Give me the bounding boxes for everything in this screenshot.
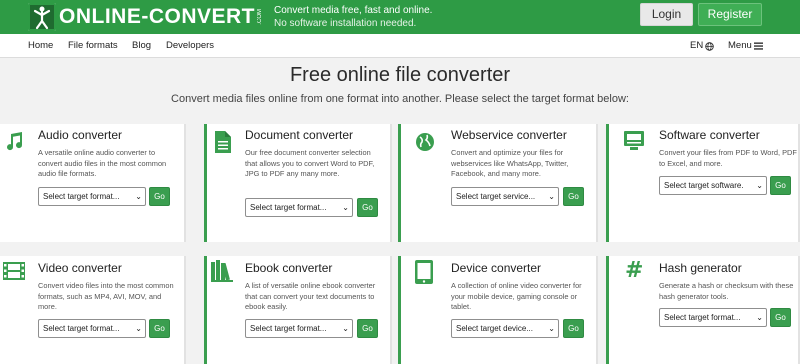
card-title: Webservice converter	[451, 128, 567, 142]
target-format-select[interactable]: Select target format... ⌄	[245, 198, 353, 217]
card-title: Software converter	[659, 128, 760, 142]
go-button[interactable]: Go	[770, 308, 791, 327]
go-button[interactable]: Go	[149, 187, 170, 206]
go-button[interactable]: Go	[563, 187, 584, 206]
target-format-select[interactable]: Select target format... ⌄	[659, 308, 767, 327]
language-label: EN	[690, 40, 704, 51]
chevron-down-icon: ⌄	[756, 181, 763, 190]
card-description: A list of versatile online ebook convert…	[245, 281, 376, 311]
main-nav: Home File formats Blog Developers EN Men…	[0, 34, 800, 58]
card-webservice-converter: Webservice converter Convert and optimiz…	[398, 124, 598, 242]
chevron-down-icon: ⌄	[135, 192, 142, 201]
card-description: Convert your files from PDF to Word, PDF…	[659, 148, 797, 168]
page-subtitle: Convert media files online from one form…	[171, 93, 629, 105]
nav-item-home[interactable]: Home	[28, 34, 53, 58]
card-description: A collection of online video converter f…	[451, 281, 582, 311]
logo-text: ONLINE-CONVERT	[59, 5, 255, 28]
go-button[interactable]: Go	[357, 198, 378, 217]
menu-label: Menu	[728, 40, 752, 51]
film-icon	[3, 262, 25, 280]
nav-item-file-formats[interactable]: File formats	[68, 34, 118, 58]
card-title: Hash generator	[659, 261, 742, 275]
card-hash-generator: # Hash generator Generate a hash or chec…	[606, 256, 800, 364]
target-software-select[interactable]: Select target software. ⌄	[659, 176, 767, 195]
chevron-down-icon: ⌄	[548, 324, 555, 333]
card-audio-converter: Audio converter A versatile online audio…	[0, 124, 186, 242]
card-description: Convert video files into the most common…	[38, 281, 174, 311]
card-ebook-converter: Ebook converter A list of versatile onli…	[204, 256, 392, 364]
computer-icon	[624, 131, 644, 150]
target-format-select[interactable]: Select target format... ⌄	[38, 187, 146, 206]
music-note-icon	[7, 132, 23, 151]
go-button[interactable]: Go	[357, 319, 378, 338]
card-title: Video converter	[38, 261, 122, 275]
target-device-select[interactable]: Select target device... ⌄	[451, 319, 559, 338]
language-selector[interactable]: EN	[690, 34, 714, 58]
tagline: Convert media free, fast and online. No …	[274, 4, 432, 30]
login-button[interactable]: Login	[640, 3, 693, 26]
chevron-down-icon: ⌄	[135, 324, 142, 333]
card-title: Device converter	[451, 261, 542, 275]
document-icon	[215, 131, 231, 153]
go-button[interactable]: Go	[149, 319, 170, 338]
card-description: Convert and optimize your files for webs…	[451, 148, 569, 178]
books-icon	[211, 260, 233, 282]
hamburger-icon	[753, 42, 763, 50]
globe-icon	[705, 41, 714, 51]
card-title: Document converter	[245, 128, 354, 142]
tablet-icon	[415, 260, 433, 284]
hash-icon: #	[625, 258, 644, 283]
tagline-secondary: No software installation needed.	[274, 18, 417, 29]
logo-suffix: .COM	[257, 9, 263, 25]
tagline-primary: Convert media free, fast and online.	[274, 5, 433, 16]
go-button[interactable]: Go	[770, 176, 791, 195]
menu-button[interactable]: Menu	[728, 34, 763, 58]
target-format-select[interactable]: Select target format... ⌄	[38, 319, 146, 338]
chevron-down-icon: ⌄	[756, 313, 763, 322]
nav-item-blog[interactable]: Blog	[132, 34, 151, 58]
card-device-converter: Device converter A collection of online …	[398, 256, 598, 364]
register-button[interactable]: Register	[698, 3, 762, 26]
target-format-select[interactable]: Select target format... ⌄	[245, 319, 353, 338]
card-title: Ebook converter	[245, 261, 333, 275]
card-video-converter: Video converter Convert video files into…	[0, 256, 186, 364]
card-title: Audio converter	[38, 128, 123, 142]
card-description: Our free document converter selection th…	[245, 148, 375, 178]
top-header: ONLINE-CONVERT .COM Convert media free, …	[0, 0, 800, 34]
globe-icon	[416, 133, 434, 151]
logo-figure-icon	[28, 3, 56, 31]
site-logo[interactable]: ONLINE-CONVERT .COM	[28, 2, 264, 32]
card-software-converter: Software converter Convert your files fr…	[606, 124, 800, 242]
target-service-select[interactable]: Select target service... ⌄	[451, 187, 559, 206]
chevron-down-icon: ⌄	[548, 192, 555, 201]
go-button[interactable]: Go	[563, 319, 584, 338]
card-description: Generate a hash or checksum with these h…	[659, 281, 794, 301]
nav-item-developers[interactable]: Developers	[166, 34, 214, 58]
card-document-converter: Document converter Our free document con…	[204, 124, 392, 242]
card-description: A versatile online audio converter to co…	[38, 148, 167, 178]
page-title: Free online file converter	[289, 64, 511, 86]
chevron-down-icon: ⌄	[342, 203, 349, 212]
chevron-down-icon: ⌄	[342, 324, 349, 333]
